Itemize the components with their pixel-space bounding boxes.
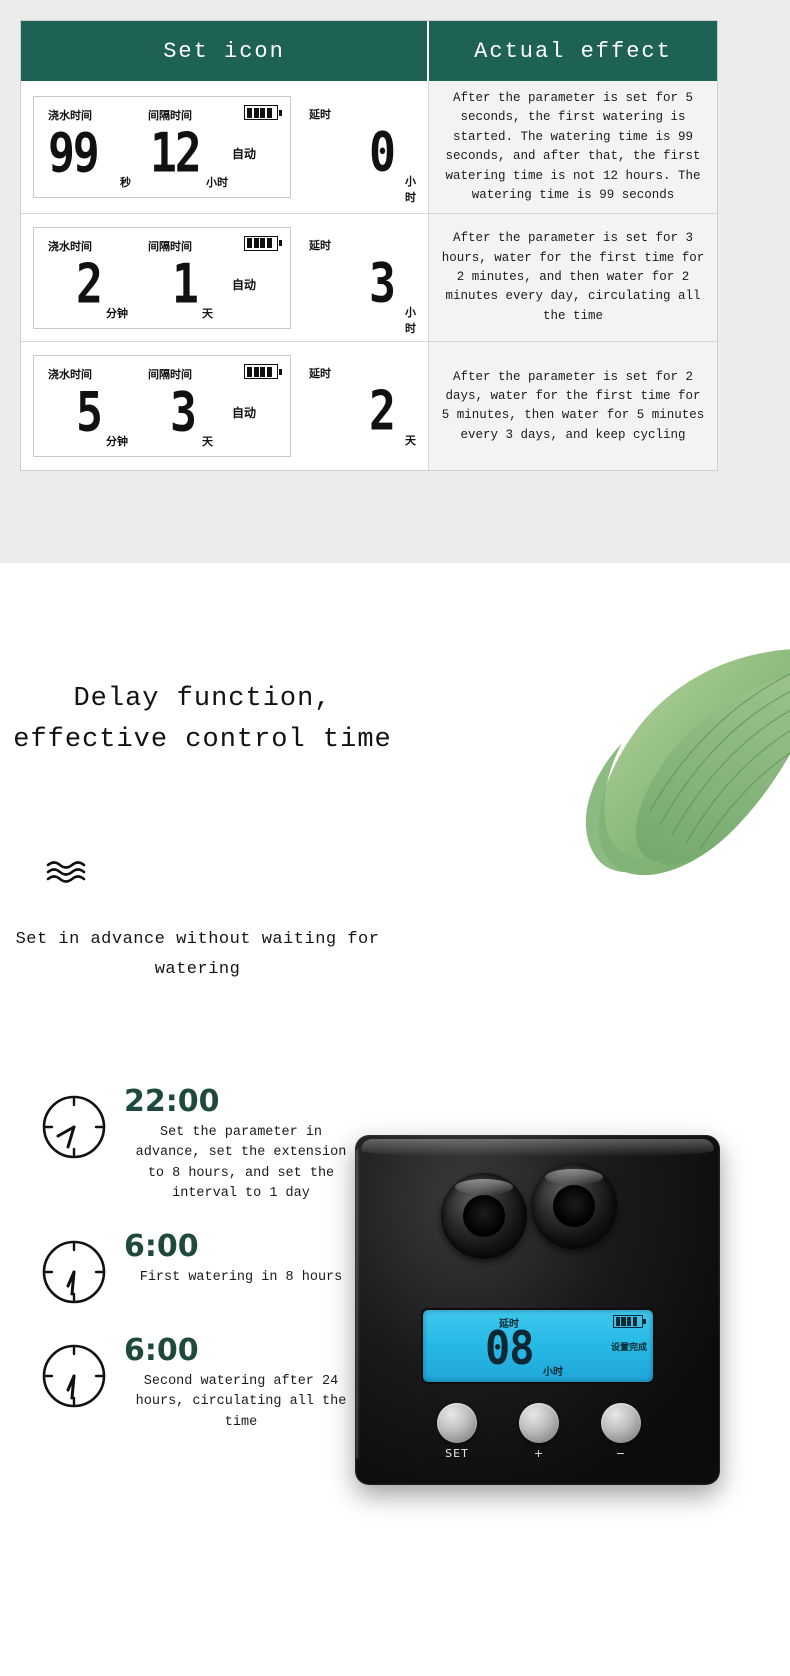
set-button-cap[interactable] bbox=[437, 1403, 477, 1443]
delay-value: 0 bbox=[369, 122, 396, 185]
effect-description: After the parameter is set for 5 seconds… bbox=[445, 91, 701, 202]
delay-label: 延时 bbox=[309, 238, 331, 252]
column-header-actual-effect: Actual effect bbox=[474, 38, 672, 64]
page-title: Delay function, effective control time bbox=[13, 684, 392, 755]
interval-time-value: 3 bbox=[170, 382, 197, 445]
plus-button[interactable]: + bbox=[511, 1403, 567, 1460]
timeline-time: 6:00 bbox=[124, 1229, 199, 1264]
lcd-preview: 浇水时间 间隔时间 2 分钟 1 天 自动 bbox=[33, 226, 291, 329]
interval-time-label: 间隔时间 bbox=[148, 368, 192, 382]
timeline-list: 22:00 Set the parameter in advance, set … bbox=[0, 1085, 400, 1459]
lcd-preview: 浇水时间 间隔时间 99 秒 12 小时 自动 bbox=[33, 96, 291, 199]
device-button-row: SET + − bbox=[429, 1403, 649, 1460]
timeline-description: Second watering after 24 hours, circulat… bbox=[135, 1374, 347, 1430]
list-item: 6:00 First watering in 8 hours bbox=[0, 1230, 400, 1308]
clock-icon bbox=[42, 1095, 106, 1159]
list-item: 6:00 Second watering after 24 hours, cir… bbox=[0, 1334, 400, 1433]
lcd-preview: 浇水时间 间隔时间 5 分钟 3 天 自动 bbox=[33, 355, 291, 458]
set-button-label: SET bbox=[445, 1447, 469, 1460]
lcd-digits: 08 bbox=[485, 1322, 535, 1376]
battery-full-icon bbox=[244, 105, 282, 121]
interval-time-unit: 天 bbox=[202, 435, 213, 449]
minus-button[interactable]: − bbox=[593, 1403, 649, 1460]
device-photo: 延时 08 小时 设置完成 SET + − bbox=[355, 1135, 755, 1525]
watering-time-unit: 秒 bbox=[120, 176, 131, 190]
lcd-status-label: 设置完成 bbox=[610, 1343, 647, 1353]
timeline-time: 6:00 bbox=[124, 1333, 199, 1368]
interval-time-unit: 天 bbox=[202, 306, 213, 320]
delay-value: 3 bbox=[369, 252, 396, 315]
battery-full-icon bbox=[244, 235, 282, 251]
delay-function-hero: Delay function, effective control time S… bbox=[0, 563, 790, 1123]
actual-effect-cell: After the parameter is set for 3 hours, … bbox=[429, 214, 717, 342]
interval-time-value: 12 bbox=[150, 123, 202, 186]
clock-icon bbox=[42, 1344, 106, 1408]
delay-unit: 小时 bbox=[405, 175, 416, 205]
hose-outlet-icon bbox=[531, 1163, 617, 1249]
set-icon-cell: 浇水时间 间隔时间 5 分钟 3 天 自动 延时 2 天 bbox=[21, 342, 429, 471]
effect-description: After the parameter is set for 3 hours, … bbox=[441, 231, 705, 323]
timeline-text: 6:00 First watering in 8 hours bbox=[110, 1230, 358, 1288]
parameter-table: Set icon Actual effect 浇水时间 间隔时间 99 秒 12… bbox=[20, 20, 718, 472]
hose-outlet-icon bbox=[441, 1173, 527, 1259]
green-leaf-image bbox=[585, 649, 790, 876]
effect-description: After the parameter is set for 2 days, w… bbox=[441, 369, 705, 442]
device-lcd-screen: 延时 08 小时 设置完成 bbox=[423, 1310, 653, 1382]
watering-time-unit: 分钟 bbox=[106, 435, 128, 449]
timeline-description: First watering in 8 hours bbox=[139, 1270, 343, 1285]
device-highlight bbox=[361, 1139, 714, 1157]
set-button[interactable]: SET bbox=[429, 1403, 485, 1460]
column-header-set-icon: Set icon bbox=[21, 21, 429, 81]
timeline-text: 22:00 Set the parameter in advance, set … bbox=[110, 1085, 358, 1204]
page-subtitle: Set in advance without waiting for water… bbox=[15, 930, 380, 979]
watering-time-label: 浇水时间 bbox=[48, 239, 92, 253]
delay-label: 延时 bbox=[309, 367, 331, 381]
actual-effect-cell: After the parameter is set for 5 seconds… bbox=[429, 81, 717, 214]
table-header-row: Set icon Actual effect bbox=[21, 21, 717, 81]
timeline-text: 6:00 Second watering after 24 hours, cir… bbox=[110, 1334, 358, 1433]
set-icon-cell: 浇水时间 间隔时间 2 分钟 1 天 自动 延时 3 小时 bbox=[21, 214, 429, 342]
watering-time-label: 浇水时间 bbox=[48, 109, 92, 123]
watering-time-value: 99 bbox=[48, 123, 100, 186]
watering-time-value: 5 bbox=[76, 382, 103, 445]
watering-time-label: 浇水时间 bbox=[48, 368, 92, 382]
lcd-unit-label: 小时 bbox=[543, 1367, 563, 1378]
interval-time-label: 间隔时间 bbox=[148, 109, 192, 123]
clock-icon bbox=[42, 1240, 106, 1304]
delay-preview: 延时 3 小时 bbox=[291, 227, 422, 335]
plus-button-cap[interactable] bbox=[519, 1403, 559, 1443]
delay-unit: 天 bbox=[405, 434, 416, 448]
minus-button-cap[interactable] bbox=[601, 1403, 641, 1443]
battery-full-icon bbox=[244, 364, 282, 380]
delay-preview: 延时 0 小时 bbox=[291, 96, 422, 204]
delay-value: 2 bbox=[369, 381, 396, 444]
table-row: 浇水时间 间隔时间 5 分钟 3 天 自动 延时 2 天 After the p… bbox=[21, 342, 717, 471]
interval-time-unit: 小时 bbox=[206, 176, 228, 190]
delay-label: 延时 bbox=[309, 108, 331, 122]
interval-time-label: 间隔时间 bbox=[148, 239, 192, 253]
timeline-time: 22:00 bbox=[124, 1084, 220, 1119]
delay-unit: 小时 bbox=[405, 305, 416, 335]
interval-time-value: 1 bbox=[172, 253, 199, 316]
delay-preview: 延时 2 天 bbox=[291, 355, 422, 457]
device-highlight bbox=[356, 1149, 360, 1459]
table-row: 浇水时间 间隔时间 2 分钟 1 天 自动 延时 3 小时 After the … bbox=[21, 214, 717, 343]
battery-full-icon bbox=[613, 1315, 646, 1328]
plus-button-label: + bbox=[533, 1447, 545, 1460]
table-row: 浇水时间 间隔时间 99 秒 12 小时 自动 延时 0 小时 After th… bbox=[21, 81, 717, 215]
actual-effect-cell: After the parameter is set for 2 days, w… bbox=[429, 342, 717, 471]
minus-button-label: − bbox=[615, 1447, 627, 1460]
water-timer-device: 延时 08 小时 设置完成 SET + − bbox=[355, 1135, 720, 1485]
watering-time-value: 2 bbox=[76, 253, 103, 316]
watering-time-unit: 分钟 bbox=[106, 306, 128, 320]
list-item: 22:00 Set the parameter in advance, set … bbox=[0, 1085, 400, 1204]
set-icon-cell: 浇水时间 间隔时间 99 秒 12 小时 自动 延时 0 小时 bbox=[21, 81, 429, 214]
auto-mode-label: 自动 bbox=[232, 147, 257, 162]
timeline-description: Set the parameter in advance, set the ex… bbox=[135, 1125, 347, 1201]
parameter-table-section: Set icon Actual effect 浇水时间 间隔时间 99 秒 12… bbox=[0, 0, 790, 563]
auto-mode-label: 自动 bbox=[232, 277, 257, 292]
water-waves-icon bbox=[46, 861, 86, 883]
auto-mode-label: 自动 bbox=[232, 406, 257, 421]
